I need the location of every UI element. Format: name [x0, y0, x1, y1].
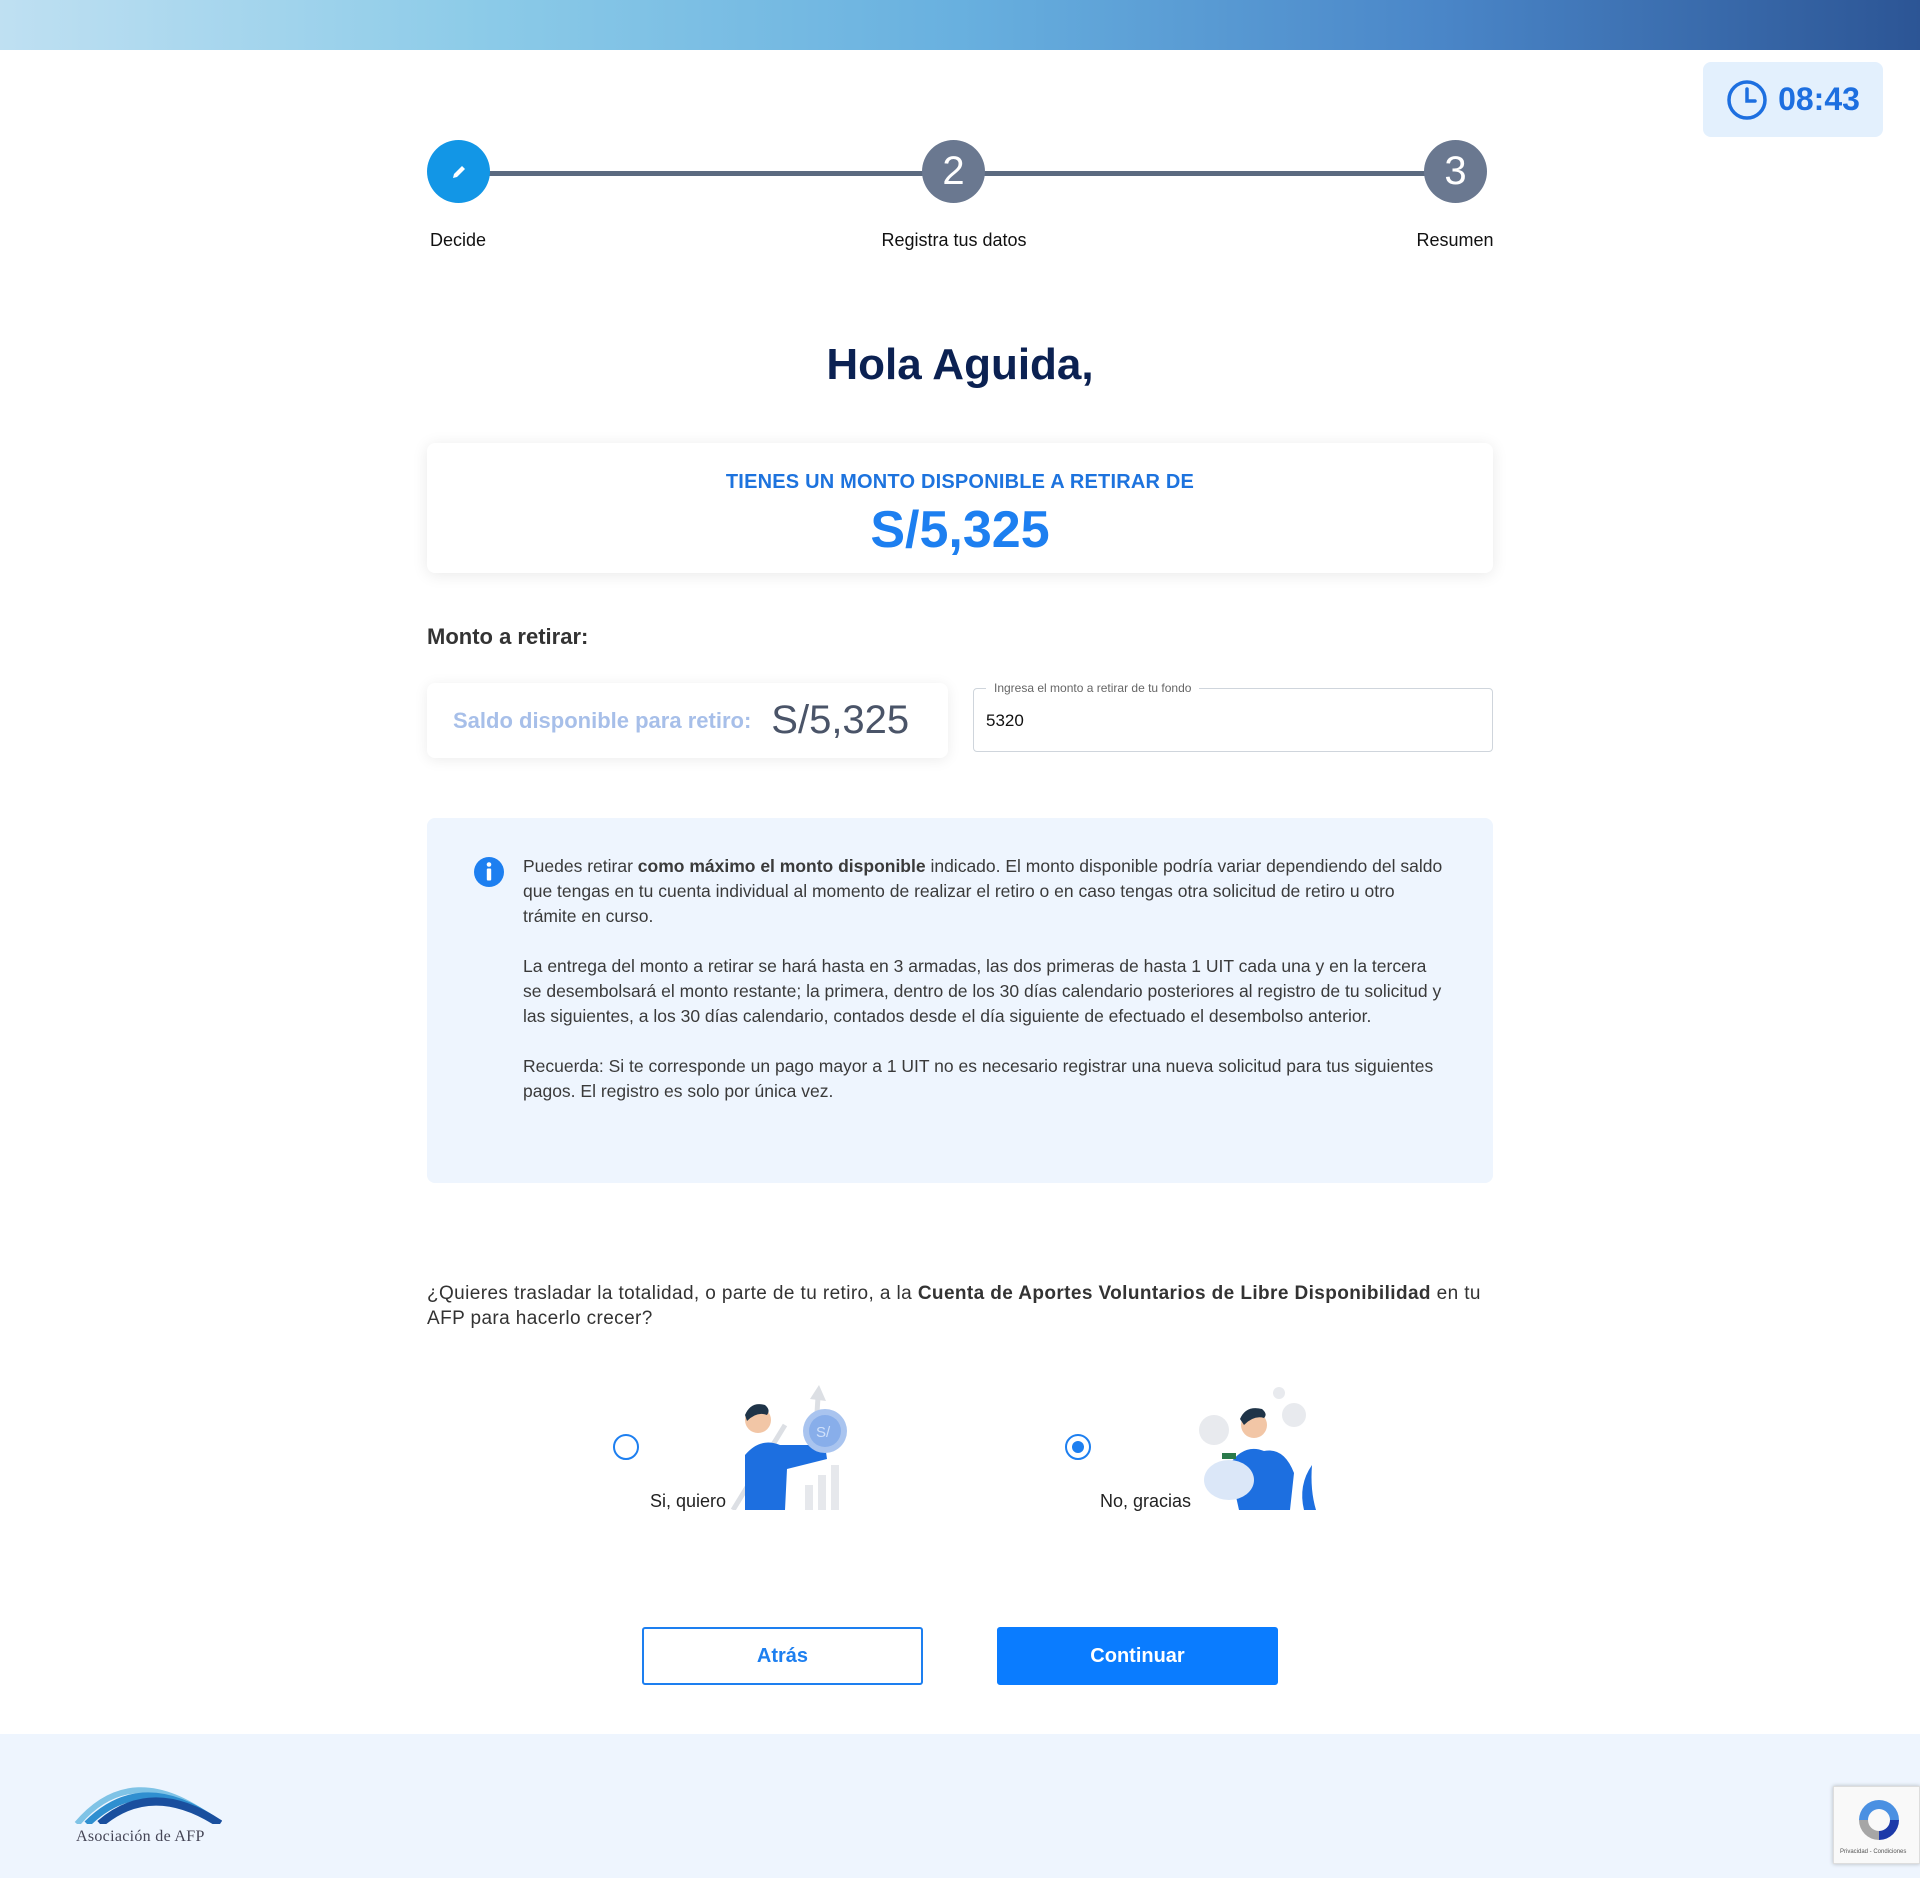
step-2-label: Registra tus datos	[881, 230, 1027, 250]
info-paragraph-1: Puedes retirar como máximo el monto disp…	[523, 854, 1443, 929]
step-2-circle: 2	[922, 140, 985, 203]
recaptcha-badge[interactable]: Privacidad - Condiciones	[1833, 1786, 1920, 1864]
greeting-title: Hola Aguida,	[826, 340, 1094, 389]
withdraw-amount-field[interactable]: Ingresa el monto a retirar de tu fondo	[973, 681, 1493, 752]
question-pre: ¿Quieres trasladar la totalidad, o parte…	[427, 1283, 918, 1304]
option-yes-label[interactable]: Si, quiero	[650, 1491, 726, 1512]
available-amount-value: S/5,325	[870, 501, 1050, 559]
step-2-number: 2	[942, 149, 965, 193]
svg-text:S/: S/	[816, 1424, 831, 1441]
person-with-piggy-bank-illustration	[1199, 1387, 1316, 1510]
recaptcha-text[interactable]: Privacidad - Condiciones	[1840, 1849, 1906, 1855]
recaptcha-icon	[1859, 1800, 1899, 1840]
info-paragraph-2: La entrega del monto a retirar se hará h…	[523, 956, 1442, 1026]
logo-arc-icon	[74, 1787, 222, 1824]
radio-yes[interactable]	[613, 1434, 639, 1460]
balance-box: Saldo disponible para retiro: S/5,325	[427, 683, 948, 758]
withdraw-amount-input[interactable]	[986, 711, 1466, 731]
withdraw-amount-label: Ingresa el monto a retirar de tu fondo	[986, 681, 1200, 695]
back-button[interactable]: Atrás	[642, 1627, 923, 1685]
info-panel: Puedes retirar como máximo el monto disp…	[427, 818, 1493, 1183]
info-paragraph-3: Recuerda: Si te corresponde un pago mayo…	[523, 1056, 1434, 1101]
info-icon	[474, 857, 504, 887]
question-bold: Cuenta de Aportes Voluntarios de Libre D…	[917, 1283, 1431, 1304]
top-gradient-bar	[0, 0, 1920, 50]
step-connector	[482, 171, 937, 176]
step-3-circle: 3	[1424, 140, 1487, 203]
withdraw-section-title: Monto a retirar:	[427, 624, 589, 649]
info-p1-bold: como máximo el monto disponible	[637, 856, 926, 876]
step-1-label: Decide	[429, 230, 487, 250]
info-p1-pre: Puedes retirar	[523, 856, 638, 876]
step-1-circle	[427, 140, 490, 203]
afp-association-logo: Asociación de AFP	[72, 1764, 232, 1854]
option-no-label[interactable]: No, gracias	[1100, 1491, 1191, 1512]
clock-icon	[1727, 79, 1767, 120]
continue-button[interactable]: Continuar	[997, 1627, 1278, 1685]
logo-text: Asociación de AFP	[76, 1828, 205, 1845]
option-yes[interactable]: S/ Si, quiero	[610, 1385, 860, 1525]
step-3-label: Resumen	[1416, 230, 1494, 250]
pencil-icon	[452, 165, 465, 178]
step-3-number: 3	[1444, 149, 1467, 193]
step-connector	[982, 171, 1437, 176]
info-text: Puedes retirar como máximo el monto disp…	[523, 854, 1443, 1129]
available-amount-label: TIENES UN MONTO DISPONIBLE A RETIRAR DE	[725, 471, 1195, 493]
balance-value: S/5,325	[771, 698, 910, 742]
option-no[interactable]: No, gracias	[1062, 1385, 1332, 1525]
person-holding-coin-illustration: S/	[730, 1385, 847, 1510]
transfer-question: ¿Quieres trasladar la totalidad, o parte…	[427, 1281, 1493, 1331]
balance-label: Saldo disponible para retiro:	[453, 707, 752, 733]
footer: Asociación de AFP	[0, 1734, 1920, 1878]
timer-value: 08:43	[1778, 81, 1860, 117]
progress-stepper: 2 3 Decide Registra tus datos Resumen	[427, 140, 1494, 260]
available-amount-card: TIENES UN MONTO DISPONIBLE A RETIRAR DE …	[427, 443, 1493, 573]
session-timer: 08:43	[1703, 62, 1883, 137]
radio-no[interactable]	[1065, 1434, 1091, 1460]
